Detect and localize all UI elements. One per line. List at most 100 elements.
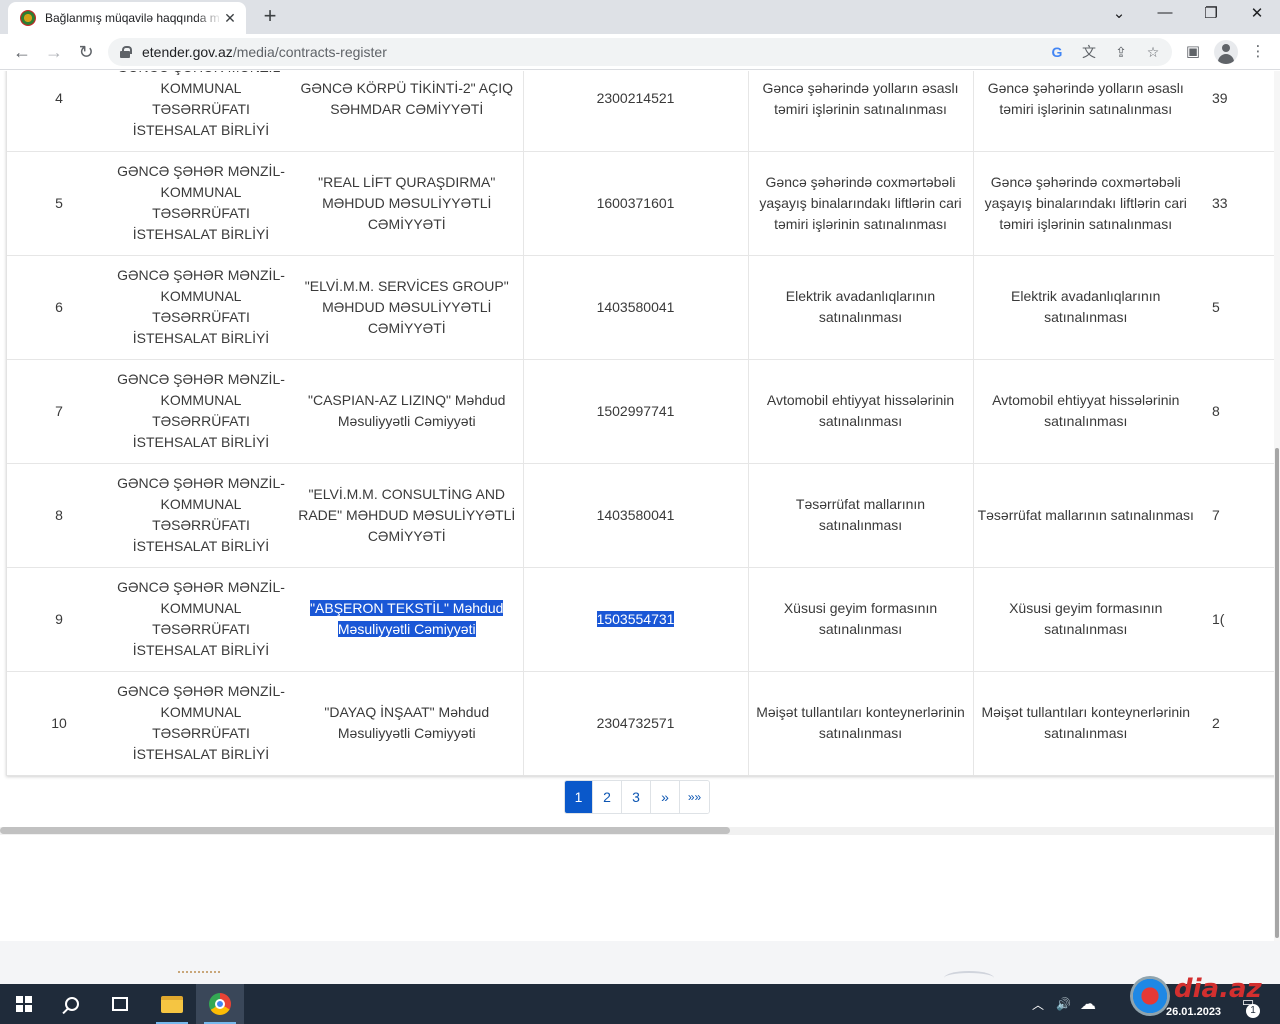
selected-text: Məsuliyyətli Cəmiyyəti xyxy=(337,621,476,637)
description-cell: Gəncə şəhərində coxmərtəbəli yaşayış bin… xyxy=(973,151,1198,256)
next-page-button[interactable]: » xyxy=(650,781,679,813)
table-row: 4GƏNCƏ ŞƏHƏR MƏNZİL-KOMMUNAL TƏSƏRRÜFATI… xyxy=(7,71,1280,152)
table-row: 5 GƏNCƏ ŞƏHƏR MƏNZİL-KOMMUNAL TƏSƏRRÜFATI… xyxy=(7,151,1280,256)
windows-taskbar: ︿ 🔊 ☁ xyxy=(0,984,1280,1024)
back-button[interactable]: ← xyxy=(10,40,34,64)
start-button[interactable] xyxy=(0,984,48,1024)
row-number: 4 xyxy=(7,71,111,152)
chrome-menu-icon[interactable]: ⋮ xyxy=(1246,40,1270,64)
footer-logo-right xyxy=(944,971,994,984)
search-icon xyxy=(65,997,79,1011)
chrome-taskbar-button[interactable] xyxy=(196,984,244,1024)
browser-toolbar: ← → ↻ etender.gov.az /media/contracts-re… xyxy=(0,34,1280,70)
contracts-table: 4GƏNCƏ ŞƏHƏR MƏNZİL-KOMMUNAL TƏSƏRRÜFATI… xyxy=(7,71,1280,775)
description-cell: Elektrik avadanlıqlarının satınalınması xyxy=(973,255,1198,360)
windows-logo-icon xyxy=(16,996,32,1012)
voen-cell: 1403580041 xyxy=(523,463,749,568)
window-close-button[interactable]: ✕ xyxy=(1234,4,1280,26)
bookmark-star-icon[interactable]: ☆ xyxy=(1144,43,1162,61)
address-bar[interactable]: etender.gov.az /media/contracts-register… xyxy=(108,38,1172,66)
translate-icon[interactable]: 文 xyxy=(1080,43,1098,61)
row-number: 7 xyxy=(7,359,111,464)
voen-cell: 1600371601 xyxy=(523,151,749,256)
profile-avatar[interactable] xyxy=(1214,40,1238,64)
url-host: etender.gov.az xyxy=(142,44,233,60)
horizontal-scrollbar-thumb[interactable] xyxy=(0,827,730,834)
supplier-cell: "CASPIAN-AZ LIZINQ" Məhdud Məsuliyyətli … xyxy=(291,359,524,464)
tab-close-icon[interactable]: ✕ xyxy=(222,10,238,27)
table-row: 9 GƏNCƏ ŞƏHƏR MƏNZİL-KOMMUNAL TƏSƏRRÜFATI… xyxy=(7,567,1280,672)
contracts-table-card: 4GƏNCƏ ŞƏHƏR MƏNZİL-KOMMUNAL TƏSƏRRÜFATI… xyxy=(6,71,1280,776)
row-number: 6 xyxy=(7,255,111,360)
amount-cell: 2 xyxy=(1212,714,1220,731)
customer-cell: GƏNCƏ ŞƏHƏR MƏNZİL-KOMMUNAL TƏSƏRRÜFATI … xyxy=(111,359,291,464)
tab-strip: Bağlanmış müqavilə haqqında m ✕ + ⌄ — ❐ … xyxy=(0,0,1280,34)
customer-cell: GƏNCƏ ŞƏHƏR MƏNZİL-KOMMUNAL TƏSƏRRÜFATI … xyxy=(111,255,291,360)
page-1-button[interactable]: 1 xyxy=(565,781,592,813)
volume-icon[interactable]: 🔊 xyxy=(1056,984,1071,1024)
page-2-button[interactable]: 2 xyxy=(592,781,621,813)
footer-logo-left xyxy=(178,971,220,984)
site-emblem-icon xyxy=(20,10,36,26)
supplier-cell: "ABŞERON TEKSTİL" Məhdud Məsuliyyətli Cəm… xyxy=(291,567,524,672)
customer-cell: GƏNCƏ ŞƏHƏR MƏNZİL-KOMMUNAL TƏSƏRRÜFATI … xyxy=(111,567,291,672)
google-lens-icon[interactable]: G xyxy=(1048,43,1066,61)
amount-cell: 1( xyxy=(1198,567,1280,672)
share-icon[interactable]: ⇪ xyxy=(1112,43,1130,61)
file-explorer-button[interactable] xyxy=(148,984,196,1024)
vertical-scrollbar-thumb[interactable] xyxy=(1275,448,1279,938)
side-panel-icon[interactable]: ▣ xyxy=(1181,40,1205,64)
task-view-icon xyxy=(112,997,128,1011)
tab-title: Bağlanmış müqavilə haqqında m xyxy=(45,11,220,25)
subject-cell: Məişət tullantıları konteynerlərinin sat… xyxy=(748,671,974,775)
onedrive-cloud-icon[interactable]: ☁ xyxy=(1080,984,1096,1024)
subject-cell: Gəncə şəhərində yolların əsaslı təmiri i… xyxy=(748,71,974,152)
description-cell: Avtomobil ehtiyyat hissələrinin satınalı… xyxy=(973,359,1198,464)
table-row: 7 GƏNCƏ ŞƏHƏR MƏNZİL-KOMMUNAL TƏSƏRRÜFATI… xyxy=(7,359,1280,464)
table-row: 10 GƏNCƏ ŞƏHƏR MƏNZİL-KOMMUNAL TƏSƏRRÜFAT… xyxy=(7,671,1280,775)
customer-cell: GƏNCƏ ŞƏHƏR MƏNZİL-KOMMUNAL TƏSƏRRÜFATI … xyxy=(117,683,285,763)
dia-az-logo-icon xyxy=(1130,976,1170,1016)
page-viewport: 4GƏNCƏ ŞƏHƏR MƏNZİL-KOMMUNAL TƏSƏRRÜFATI… xyxy=(0,71,1280,984)
voen-cell: 1503554731 xyxy=(523,567,749,672)
row-number: 10 xyxy=(51,714,67,731)
search-button[interactable] xyxy=(48,984,96,1024)
subject-cell: Avtomobil ehtiyyat hissələrinin satınalı… xyxy=(748,359,974,464)
omnibox-actions: G 文 ⇪ ☆ xyxy=(1048,43,1172,61)
tab-search-icon[interactable]: ⌄ xyxy=(1096,4,1142,26)
customer-cell: GƏNCƏ ŞƏHƏR MƏNZİL-KOMMUNAL TƏSƏRRÜFATI … xyxy=(111,71,291,152)
supplier-cell: GƏNCƏ KÖRPÜ TİKİNTİ-2" AÇIQ SƏHMDAR CƏMİ… xyxy=(291,71,524,152)
task-view-button[interactable] xyxy=(96,984,144,1024)
supplier-cell: "REAL LİFT QURAŞDIRMA" MƏHDUD MƏSULİYYƏT… xyxy=(291,151,524,256)
reload-button[interactable]: ↻ xyxy=(74,40,98,64)
page-3-button[interactable]: 3 xyxy=(621,781,650,813)
page-footer xyxy=(0,941,1280,984)
last-page-button[interactable]: »» xyxy=(679,781,709,813)
row-number: 8 xyxy=(7,463,111,568)
customer-cell: GƏNCƏ ŞƏHƏR MƏNZİL-KOMMUNAL TƏSƏRRÜFATI … xyxy=(111,463,291,568)
tab-active[interactable]: Bağlanmış müqavilə haqqında m ✕ xyxy=(8,2,246,34)
table-row: 8 GƏNCƏ ŞƏHƏR MƏNZİL-KOMMUNAL TƏSƏRRÜFATI… xyxy=(7,463,1280,568)
minimize-button[interactable]: — xyxy=(1142,4,1188,26)
pagination: 1 2 3 » »» xyxy=(564,780,710,814)
description-cell: Xüsusi geyim formasının satınalınması xyxy=(973,567,1198,672)
folder-icon xyxy=(161,995,183,1013)
row-number: 9 xyxy=(7,567,111,672)
taskbar-date: 26.01.2023 xyxy=(1166,1006,1222,1018)
new-tab-button[interactable]: + xyxy=(258,5,282,29)
voen-cell: 2300214521 xyxy=(523,71,749,152)
description-cell: Təsərrüfat mallarının satınalınması xyxy=(973,463,1198,568)
selected-text: "ABŞERON TEKSTİL" Məhdud xyxy=(310,600,504,616)
row-number: 5 xyxy=(7,151,111,256)
restore-button[interactable]: ❐ xyxy=(1188,4,1234,26)
subject-cell: Gəncə şəhərində coxmərtəbəli yaşayış bin… xyxy=(748,151,974,256)
lock-icon[interactable] xyxy=(120,46,132,58)
subject-cell: Xüsusi geyim formasının satınalınması xyxy=(748,567,974,672)
voen-cell: 2304732571 xyxy=(523,671,749,775)
forward-button[interactable]: → xyxy=(42,40,66,64)
amount-cell: 5 xyxy=(1198,255,1280,360)
tray-overflow-icon[interactable]: ︿ xyxy=(1032,984,1044,1024)
amount-cell: 33 xyxy=(1198,151,1280,256)
subject-cell: Elektrik avadanlıqlarının satınalınması xyxy=(748,255,974,360)
supplier-cell: "ELVİ.M.M. CONSULTİNG AND RADE" MƏHDUD M… xyxy=(291,463,524,568)
